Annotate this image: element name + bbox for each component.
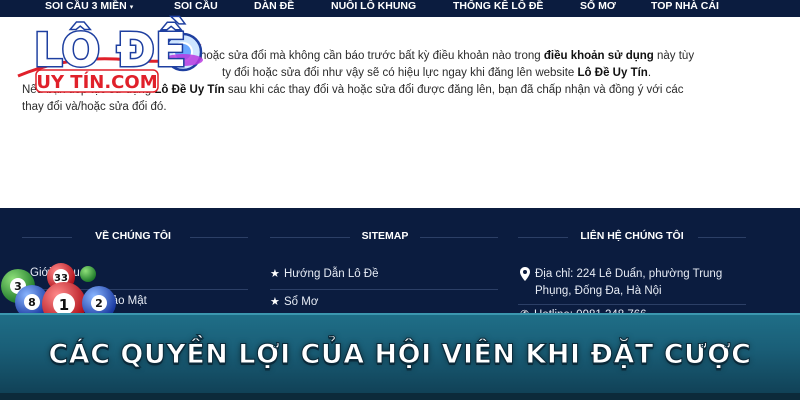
footer-link-so-mo[interactable]: ★ Sổ Mơ xyxy=(270,295,318,308)
star-icon: ★ xyxy=(270,296,280,308)
location-pin-icon xyxy=(520,267,530,281)
footer-title-sitemap: SITEMAP xyxy=(361,230,409,242)
nav-item-thong-ke-lo-de[interactable]: THỐNG KÊ LÔ ĐỀ xyxy=(453,0,543,17)
site-logo[interactable]: LÔ ĐỀ UY TÍN.COM xyxy=(10,14,205,99)
content-line: thay đổi và/hoặc sửa đổi đó. xyxy=(22,101,167,113)
svg-text:1: 1 xyxy=(59,296,69,314)
divider xyxy=(698,237,746,238)
footer-title-about: VỀ CHÚNG TÔI xyxy=(95,230,171,242)
divider xyxy=(518,237,568,238)
divider xyxy=(270,289,498,290)
ball-icon xyxy=(80,266,96,282)
divider xyxy=(270,237,350,238)
nav-item-top-nha-cai[interactable]: TOP NHÀ CÁI xyxy=(651,0,719,17)
divider xyxy=(420,237,498,238)
footer-title-contact: LIÊN HỆ CHÚNG TÔI xyxy=(580,230,684,242)
footer-link-huong-dan-lo-de[interactable]: ★ Hướng Dẫn Lô Đề xyxy=(270,267,379,280)
svg-text:2: 2 xyxy=(95,297,103,310)
nav-item-dan-de[interactable]: DÀN ĐỀ xyxy=(254,0,294,17)
logo-text-top: LÔ ĐỀ xyxy=(34,17,187,77)
logo-text-bottom: UY TÍN.COM xyxy=(36,71,157,93)
nav-item-nuoi-lo-khung[interactable]: NUÔI LÔ KHUNG xyxy=(331,0,416,17)
contact-address: Địa chỉ: 224 Lê Duẩn, phường Trung Phụng… xyxy=(520,266,750,300)
divider xyxy=(518,304,746,305)
divider xyxy=(22,237,72,238)
nav-item-so-mo[interactable]: SỔ MƠ xyxy=(580,0,616,17)
banner-title: CÁC QUYỀN LỢI CỦA HỘI VIÊN KHI ĐẶT CƯỢC xyxy=(48,339,752,371)
banner-bottom-strip xyxy=(0,393,800,400)
svg-text:8: 8 xyxy=(28,296,36,309)
divider xyxy=(190,237,248,238)
chevron-down-icon: ▾ xyxy=(129,4,134,11)
section-banner: CÁC QUYỀN LỢI CỦA HỘI VIÊN KHI ĐẶT CƯỢC xyxy=(0,313,800,400)
star-icon: ★ xyxy=(270,268,280,280)
